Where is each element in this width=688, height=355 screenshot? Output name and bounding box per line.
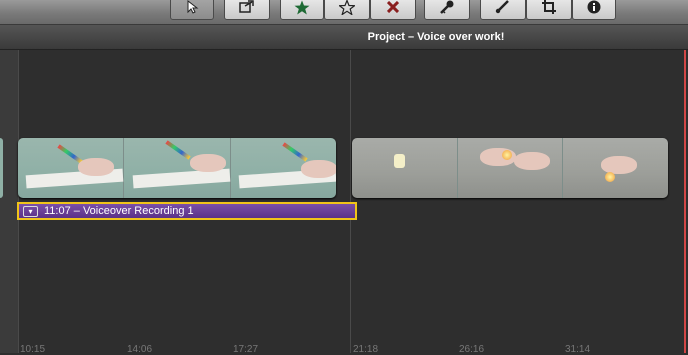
time-tick: 21:18 bbox=[353, 344, 379, 355]
mark-favorite-button[interactable] bbox=[280, 0, 324, 20]
hand bbox=[601, 156, 638, 174]
crop-button[interactable] bbox=[526, 0, 572, 20]
project-title: Project – Voice over work! bbox=[367, 31, 505, 43]
reject-icon bbox=[387, 1, 399, 13]
add-to-project-button[interactable] bbox=[224, 0, 270, 20]
left-margin bbox=[0, 50, 18, 353]
video-clip-1[interactable] bbox=[18, 138, 336, 198]
info-button[interactable] bbox=[572, 0, 616, 20]
pen bbox=[165, 140, 191, 160]
toolbar bbox=[0, 0, 688, 25]
clip-frame bbox=[124, 138, 231, 198]
clip-frame bbox=[352, 138, 458, 198]
video-clip-2[interactable] bbox=[352, 138, 668, 198]
pen bbox=[282, 142, 308, 162]
hand bbox=[78, 158, 114, 176]
time-tick: 17:27 bbox=[233, 344, 259, 355]
keyword-button[interactable] bbox=[424, 0, 470, 20]
clip-frame bbox=[230, 138, 336, 198]
add-to-project-icon bbox=[239, 0, 254, 13]
time-tick: 31:14 bbox=[565, 344, 591, 355]
voiceover-menu-icon[interactable]: ▾ bbox=[23, 205, 38, 217]
hand bbox=[513, 152, 550, 170]
clip-frame bbox=[18, 138, 125, 198]
audio-icon bbox=[495, 0, 509, 14]
tape-measure bbox=[132, 168, 230, 189]
project-header: Project – Voice over work! bbox=[0, 25, 688, 50]
flame bbox=[605, 172, 616, 182]
clip-frame bbox=[457, 138, 564, 198]
candle bbox=[394, 154, 405, 168]
unmark-button[interactable] bbox=[324, 0, 370, 20]
voiceover-label: 11:07 – Voiceover Recording 1 bbox=[44, 205, 194, 217]
reject-button[interactable] bbox=[370, 0, 416, 20]
clip-frame bbox=[563, 138, 668, 198]
audio-button[interactable] bbox=[480, 0, 526, 20]
crop-icon bbox=[542, 0, 556, 14]
unmark-icon bbox=[339, 0, 355, 15]
playhead-line[interactable] bbox=[684, 50, 686, 353]
keyword-icon bbox=[440, 0, 454, 14]
flame bbox=[501, 150, 512, 160]
hand bbox=[190, 154, 227, 172]
voiceover-clip[interactable]: ▾ 11:07 – Voiceover Recording 1 bbox=[17, 202, 357, 220]
pen bbox=[57, 144, 83, 164]
hand bbox=[300, 160, 336, 178]
time-tick: 10:15 bbox=[20, 344, 46, 355]
time-tick: 26:16 bbox=[459, 344, 485, 355]
partial-clip-edge[interactable] bbox=[0, 138, 3, 198]
mark-favorite-icon bbox=[294, 0, 310, 14]
time-tick: 14:06 bbox=[127, 344, 153, 355]
info-icon bbox=[587, 0, 601, 14]
select-arrow-button[interactable] bbox=[170, 0, 214, 20]
select-arrow-icon bbox=[187, 0, 199, 14]
